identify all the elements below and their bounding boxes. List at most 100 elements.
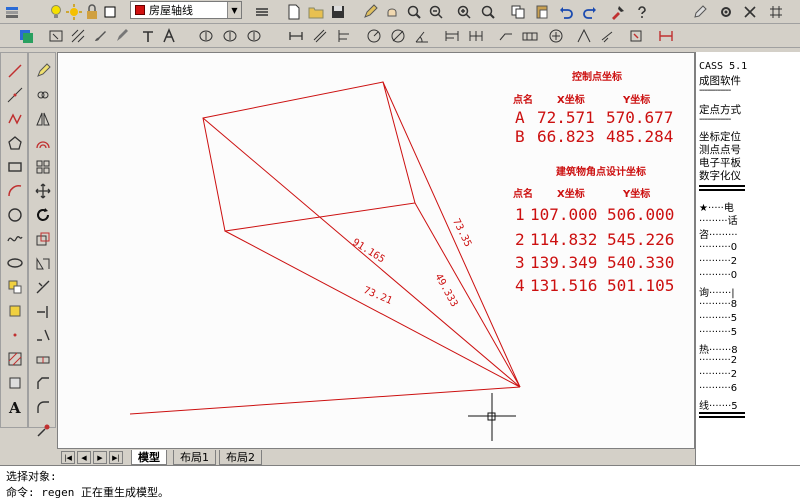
dim-update-icon[interactable] [626, 26, 646, 46]
dim-style-icon[interactable] [656, 26, 676, 46]
zoom-previous-icon[interactable] [478, 2, 498, 22]
explode-icon[interactable] [33, 421, 53, 441]
command-line[interactable]: 选择对象: 命令: regen 正在重生成模型。 [0, 465, 800, 500]
array-icon[interactable] [33, 157, 53, 177]
chamfer-icon[interactable] [33, 373, 53, 393]
zoom-window-icon[interactable] [426, 2, 446, 22]
layer-manager-icon[interactable] [2, 2, 22, 22]
control-row-a-x: 72.571 [537, 108, 595, 127]
dim-edit-icon[interactable] [574, 26, 594, 46]
undo-icon[interactable] [556, 2, 576, 22]
spline-icon[interactable] [5, 229, 25, 249]
extend-icon[interactable] [33, 301, 53, 321]
make-block-icon[interactable] [5, 301, 25, 321]
pen-icon[interactable] [112, 26, 132, 46]
point-icon[interactable] [5, 325, 25, 345]
line-diagonal-3 [382, 81, 521, 388]
arc-icon[interactable] [5, 181, 25, 201]
redo-icon[interactable] [580, 2, 600, 22]
ellipse-icon[interactable] [5, 253, 25, 273]
tolerance-icon[interactable] [520, 26, 540, 46]
construction-line-icon[interactable] [5, 85, 25, 105]
pencil-edit-icon[interactable] [690, 2, 710, 22]
text-style-icon[interactable] [160, 26, 180, 46]
fillet-icon[interactable] [33, 397, 53, 417]
dim-continue-icon[interactable] [466, 26, 486, 46]
new-file-icon[interactable] [284, 2, 304, 22]
prev-tab-icon[interactable]: ◀ [77, 451, 91, 464]
text-edit-icon[interactable] [138, 26, 158, 46]
polygon-icon[interactable] [5, 133, 25, 153]
sun-icon[interactable] [64, 2, 84, 22]
last-tab-icon[interactable]: ▶| [109, 451, 123, 464]
tab-layout2[interactable]: 布局2 [219, 450, 262, 465]
layout-tabs: |◀ ◀ ▶ ▶| 模型 布局1 布局2 [57, 448, 695, 465]
color-square-icon[interactable] [100, 2, 120, 22]
stretch-icon[interactable] [33, 253, 53, 273]
erase-x-icon[interactable] [740, 2, 760, 22]
select-icon[interactable] [46, 26, 66, 46]
break-icon[interactable] [33, 325, 53, 345]
dim-aligned-icon[interactable] [310, 26, 330, 46]
paste-icon[interactable] [532, 2, 552, 22]
circle-mark-3-icon[interactable] [244, 26, 264, 46]
pan-icon[interactable] [382, 2, 402, 22]
control-header-name: 点名 [513, 95, 533, 106]
match-properties-icon[interactable] [608, 2, 628, 22]
panel-item-digitizer[interactable]: 数字化仪 [699, 168, 741, 183]
dim-baseline-icon[interactable] [442, 26, 462, 46]
help-icon[interactable] [632, 2, 652, 22]
zoom-extents-icon[interactable] [454, 2, 474, 22]
pencil-icon[interactable] [360, 2, 380, 22]
scale-icon[interactable] [33, 229, 53, 249]
panel-line: ··········2 [699, 256, 738, 267]
hatch-icon[interactable] [68, 26, 88, 46]
hatch-fill-icon[interactable] [5, 349, 25, 369]
polyline-icon[interactable] [5, 109, 25, 129]
copy-icon[interactable] [508, 2, 528, 22]
text-icon[interactable]: A [5, 397, 25, 417]
dim-linear-icon[interactable] [286, 26, 306, 46]
offset-icon[interactable] [33, 133, 53, 153]
next-tab-icon[interactable]: ▶ [93, 451, 107, 464]
open-folder-icon[interactable] [306, 2, 326, 22]
layer-prev-icon[interactable] [16, 26, 36, 46]
move-icon[interactable] [33, 181, 53, 201]
lock-icon[interactable] [82, 2, 102, 22]
first-tab-icon[interactable]: |◀ [61, 451, 75, 464]
erase-icon[interactable] [33, 61, 53, 81]
center-mark-icon[interactable] [546, 26, 566, 46]
region-icon[interactable] [5, 373, 25, 393]
rectangle-icon[interactable] [5, 157, 25, 177]
mirror-icon[interactable] [33, 109, 53, 129]
dim-angular-icon[interactable] [412, 26, 432, 46]
dim-diameter-icon[interactable] [388, 26, 408, 46]
gear-icon[interactable] [716, 2, 736, 22]
lightbulb-icon[interactable] [46, 2, 66, 22]
rotate-icon[interactable] [33, 205, 53, 225]
dim-text-edit-icon[interactable] [598, 26, 618, 46]
circle-mark-1-icon[interactable] [196, 26, 216, 46]
break-at-point-icon[interactable] [33, 349, 53, 369]
copy-object-icon[interactable] [33, 85, 53, 105]
zoom-realtime-icon[interactable] [404, 2, 424, 22]
drawing-canvas[interactable]: 91.165 73.21 73.35 49.333 控制点坐标 点名 X坐标 Y… [57, 52, 695, 452]
leader-icon[interactable] [496, 26, 516, 46]
circle-mark-2-icon[interactable] [220, 26, 240, 46]
menu-lines-icon[interactable] [252, 2, 272, 22]
grid-snap-icon[interactable] [766, 2, 786, 22]
control-header-x: X坐标 [557, 95, 585, 106]
circle-icon[interactable] [5, 205, 25, 225]
brush-icon[interactable] [90, 26, 110, 46]
cass-side-panel: CASS 5.1 成图软件 ------------ 定点方式 --------… [695, 52, 800, 465]
dim-ordinate-icon[interactable] [334, 26, 354, 46]
layer-dropdown[interactable]: 房屋轴线 ▼ [130, 1, 242, 19]
save-icon[interactable] [328, 2, 348, 22]
tab-model[interactable]: 模型 [131, 450, 167, 465]
trim-icon[interactable] [33, 277, 53, 297]
chevron-down-icon[interactable]: ▼ [227, 2, 241, 18]
dim-radius-icon[interactable] [364, 26, 384, 46]
insert-block-icon[interactable] [5, 277, 25, 297]
tab-layout1[interactable]: 布局1 [173, 450, 216, 465]
line-icon[interactable] [5, 61, 25, 81]
